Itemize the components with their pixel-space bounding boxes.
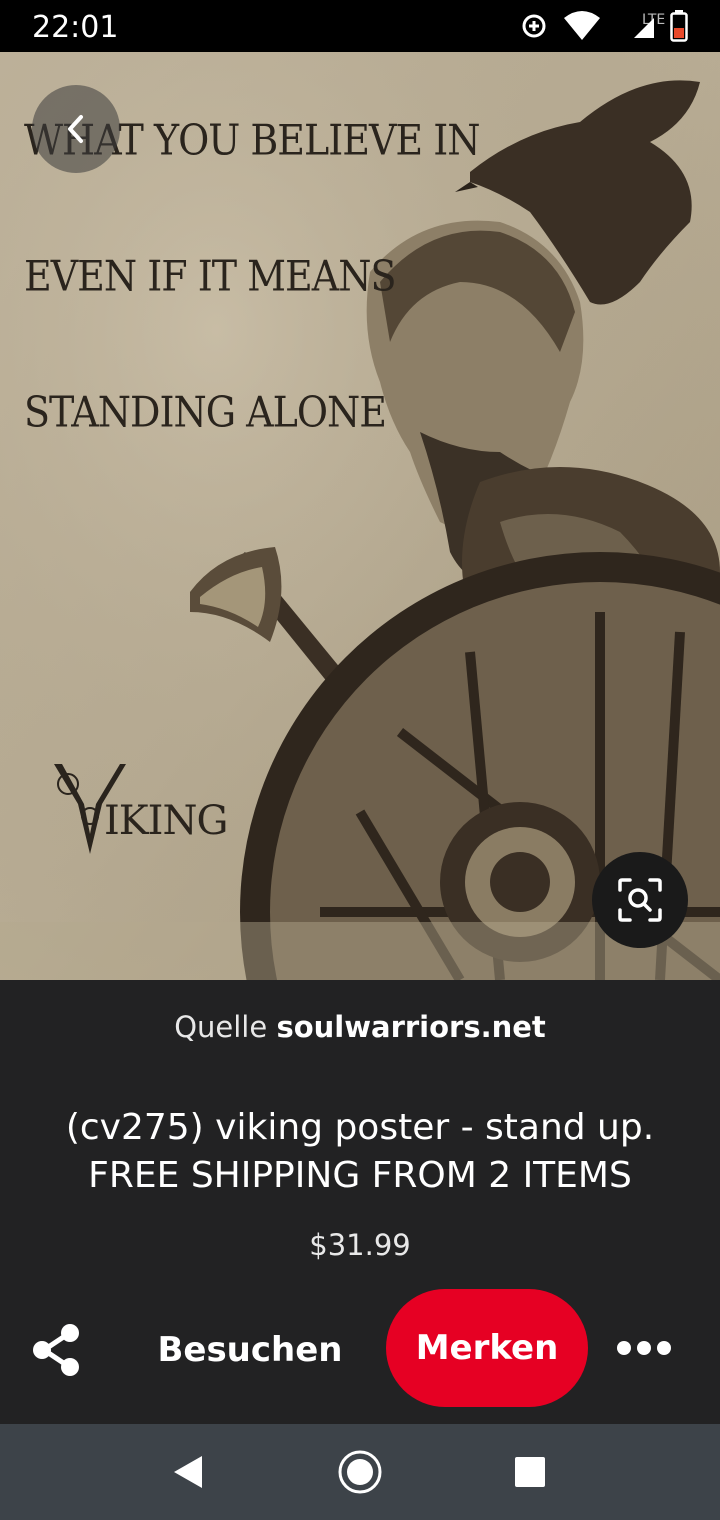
more-dot-icon bbox=[617, 1341, 631, 1355]
cell-signal-icon bbox=[634, 18, 654, 38]
more-dot-icon bbox=[657, 1341, 671, 1355]
share-icon bbox=[33, 1324, 79, 1376]
brand-wordmark: IKING bbox=[104, 798, 228, 844]
pin-price: $31.99 bbox=[309, 1228, 411, 1262]
wifi-icon bbox=[564, 11, 600, 40]
quote-line-3: STANDING ALONE bbox=[24, 387, 387, 437]
battery-low-icon bbox=[670, 10, 688, 42]
source-prefix: Quelle bbox=[174, 1010, 268, 1044]
system-nav-bar bbox=[0, 1424, 720, 1520]
nav-back-icon[interactable] bbox=[168, 1452, 208, 1492]
quote-line-2: EVEN IF IT MEANS bbox=[24, 251, 397, 301]
more-dot-icon bbox=[637, 1341, 651, 1355]
source-domain-link[interactable]: soulwarriors.net bbox=[276, 1010, 545, 1044]
share-button[interactable] bbox=[30, 1322, 82, 1378]
status-bar: 22:01 LTE bbox=[0, 0, 720, 52]
data-saver-icon bbox=[522, 14, 546, 38]
status-time: 22:01 bbox=[32, 10, 119, 45]
visit-button[interactable]: Besuchen bbox=[150, 1312, 350, 1388]
nav-recents-icon[interactable] bbox=[512, 1454, 548, 1490]
nav-home-icon[interactable] bbox=[336, 1448, 384, 1496]
back-button[interactable] bbox=[32, 85, 120, 173]
pin-source[interactable]: Quelle soulwarriors.net bbox=[0, 1010, 720, 1044]
pin-title: (cv275) viking poster - stand up. FREE S… bbox=[65, 1107, 655, 1196]
status-icons: LTE bbox=[520, 8, 688, 44]
save-button[interactable]: Merken bbox=[386, 1289, 588, 1407]
visual-search-icon bbox=[618, 878, 662, 922]
chevron-left-icon bbox=[68, 115, 83, 143]
pin-image[interactable]: WHAT YOU BELIEVE IN EVEN IF IT MEANS STA… bbox=[0, 52, 720, 980]
visual-search-button[interactable] bbox=[592, 852, 688, 948]
more-options-button[interactable] bbox=[610, 1322, 678, 1374]
